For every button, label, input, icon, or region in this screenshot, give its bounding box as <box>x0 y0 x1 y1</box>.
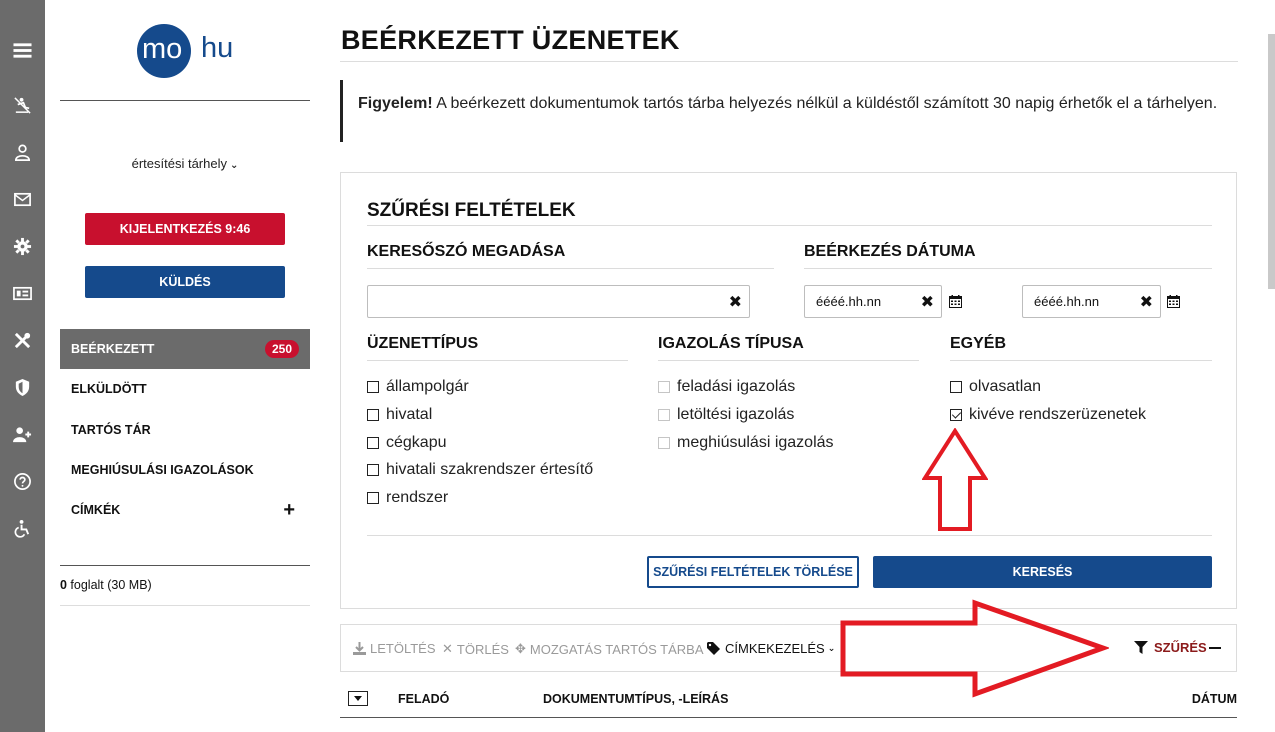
message-type-office[interactable]: hivatal <box>367 406 432 424</box>
checkbox[interactable] <box>658 381 670 393</box>
proof-type-dispatch[interactable]: feladási igazolás <box>658 378 795 396</box>
other-unread[interactable]: olvasatlan <box>950 378 1041 396</box>
logout-button[interactable]: KIJELENTKEZÉS 9:46 <box>85 213 285 245</box>
collapse-filter-icon[interactable] <box>1209 647 1221 649</box>
storage-usage: 0 foglalt (30 MB) <box>60 578 152 592</box>
message-type-citizen[interactable]: állampolgár <box>367 378 469 396</box>
filter-divider <box>367 225 1212 226</box>
scrollbar[interactable] <box>1268 34 1275 289</box>
clear-filters-button[interactable]: SZŰRÉSI FELTÉTELEK TÖRLÉSE <box>647 556 859 588</box>
sidebar-divider <box>60 605 310 606</box>
column-doc-type[interactable]: DOKUMENTUMTÍPUS, -LEÍRÁS <box>543 692 728 706</box>
checkbox-checked[interactable] <box>950 409 962 421</box>
label-management-dropdown[interactable]: CÍMKEKEZELÉS ⌄ <box>707 641 835 656</box>
user-icon[interactable] <box>0 137 45 167</box>
date-from-input[interactable]: éééé.hh.nn ✖ <box>804 285 942 318</box>
checkbox[interactable] <box>367 492 379 504</box>
checkbox[interactable] <box>367 381 379 393</box>
add-label-button[interactable]: + <box>283 499 295 522</box>
crossed-person-icon[interactable] <box>0 90 45 120</box>
column-date[interactable]: DÁTUM <box>1192 692 1237 706</box>
column-sender[interactable]: FELADÓ <box>398 692 449 706</box>
message-type-title: ÜZENETTÍPUS <box>367 335 479 352</box>
proof-type-failure[interactable]: meghiúsulási igazolás <box>658 434 834 452</box>
date-section-title: BEÉRKEZÉS DÁTUMA <box>804 243 976 260</box>
nav-item-inbox[interactable]: BEÉRKEZETT 250 <box>60 329 310 369</box>
sidebar: mo hu értesítési tárhely⌄ KIJELENTKEZÉS … <box>60 0 310 732</box>
accessibility-icon[interactable] <box>0 513 45 543</box>
notice-box: Figyelem! A beérkezett dokumentumok tart… <box>340 80 1238 142</box>
search-button[interactable]: KERESÉS <box>873 556 1212 588</box>
proof-type-title: IGAZOLÁS TÍPUSA <box>658 335 804 352</box>
sidebar-divider <box>60 565 310 566</box>
section-divider <box>950 360 1212 361</box>
message-type-company[interactable]: cégkapu <box>367 434 447 452</box>
select-all-dropdown[interactable] <box>348 691 368 706</box>
sidebar-divider <box>60 100 310 101</box>
move-to-archive-button[interactable]: ✥ MOZGATÁS TARTÓS TÁRBA <box>515 641 704 657</box>
checkbox[interactable] <box>658 409 670 421</box>
section-divider <box>804 268 1212 269</box>
filter-toggle-button[interactable]: SZŰRÉS <box>1134 640 1207 655</box>
shield-icon[interactable] <box>0 372 45 402</box>
logo-suffix: hu <box>192 32 233 65</box>
section-divider <box>658 360 919 361</box>
filter-panel-title: SZŰRÉSI FELTÉTELEK <box>367 200 576 221</box>
gear-icon[interactable] <box>0 231 45 261</box>
close-icon: ✕ <box>442 641 453 656</box>
unread-count-badge: 250 <box>264 340 299 358</box>
date-to-input[interactable]: éééé.hh.nn ✖ <box>1022 285 1161 318</box>
filter-footer-divider <box>367 535 1212 536</box>
download-button[interactable]: LETÖLTÉS <box>353 641 436 656</box>
title-divider <box>340 61 1238 62</box>
checkbox[interactable] <box>367 437 379 449</box>
section-divider <box>367 360 628 361</box>
other-title: EGYÉB <box>950 335 1007 352</box>
checkbox[interactable] <box>367 464 379 476</box>
nav-item-sent[interactable]: ELKÜLDÖTT <box>60 369 310 409</box>
message-type-office-system[interactable]: hivatali szakrendszer értesítő <box>367 461 593 479</box>
keyword-input[interactable]: ✖ <box>367 285 750 318</box>
nav-item-failure-proofs[interactable]: MEGHIÚSULÁSI IGAZOLÁSOK <box>60 450 310 490</box>
clear-keyword-icon[interactable]: ✖ <box>729 292 742 312</box>
logo-circle: mo <box>137 24 191 78</box>
mohu-logo[interactable]: mo hu <box>137 23 233 79</box>
section-divider <box>367 268 774 269</box>
add-user-icon[interactable] <box>0 419 45 449</box>
menu-icon[interactable] <box>0 35 45 65</box>
chevron-down-icon: ⌄ <box>229 160 239 171</box>
proof-type-download[interactable]: letöltési igazolás <box>658 406 794 424</box>
filter-panel: SZŰRÉSI FELTÉTELEK KERESŐSZÓ MEGADÁSA ✖ … <box>340 172 1237 609</box>
help-icon[interactable] <box>0 466 45 496</box>
funnel-icon <box>1134 641 1148 654</box>
clear-date-to-icon[interactable]: ✖ <box>1140 292 1153 312</box>
clear-date-from-icon[interactable]: ✖ <box>921 292 934 312</box>
calendar-icon[interactable] <box>949 295 962 308</box>
send-button[interactable]: KÜLDÉS <box>85 266 285 298</box>
delete-button[interactable]: ✕ TÖRLÉS <box>442 641 509 657</box>
tag-icon <box>707 642 720 655</box>
page-title: BEÉRKEZETT ÜZENETEK <box>341 25 680 55</box>
checkbox[interactable] <box>950 381 962 393</box>
message-toolbar: LETÖLTÉS ✕ TÖRLÉS ✥ MOZGATÁS TARTÓS TÁRB… <box>340 624 1237 672</box>
envelope-icon[interactable] <box>0 184 45 214</box>
tools-icon[interactable] <box>0 325 45 355</box>
move-icon: ✥ <box>515 641 526 656</box>
keyword-section-title: KERESŐSZÓ MEGADÁSA <box>367 243 566 260</box>
card-icon[interactable] <box>0 278 45 308</box>
message-type-system[interactable]: rendszer <box>367 489 448 507</box>
other-exclude-system[interactable]: kivéve rendszerüzenetek <box>950 406 1146 424</box>
download-icon <box>353 642 366 655</box>
checkbox[interactable] <box>658 437 670 449</box>
icon-rail <box>0 0 45 732</box>
chevron-down-icon: ⌄ <box>827 643 836 653</box>
account-selector[interactable]: értesítési tárhely ⌄ <box>60 156 310 171</box>
nav-item-labels[interactable]: CÍMKÉK + <box>60 490 310 530</box>
nav-item-archive[interactable]: TARTÓS TÁR <box>60 410 310 450</box>
calendar-icon[interactable] <box>1167 295 1180 308</box>
checkbox[interactable] <box>367 409 379 421</box>
table-header: FELADÓ DOKUMENTUMTÍPUS, -LEÍRÁS DÁTUM <box>340 690 1237 718</box>
